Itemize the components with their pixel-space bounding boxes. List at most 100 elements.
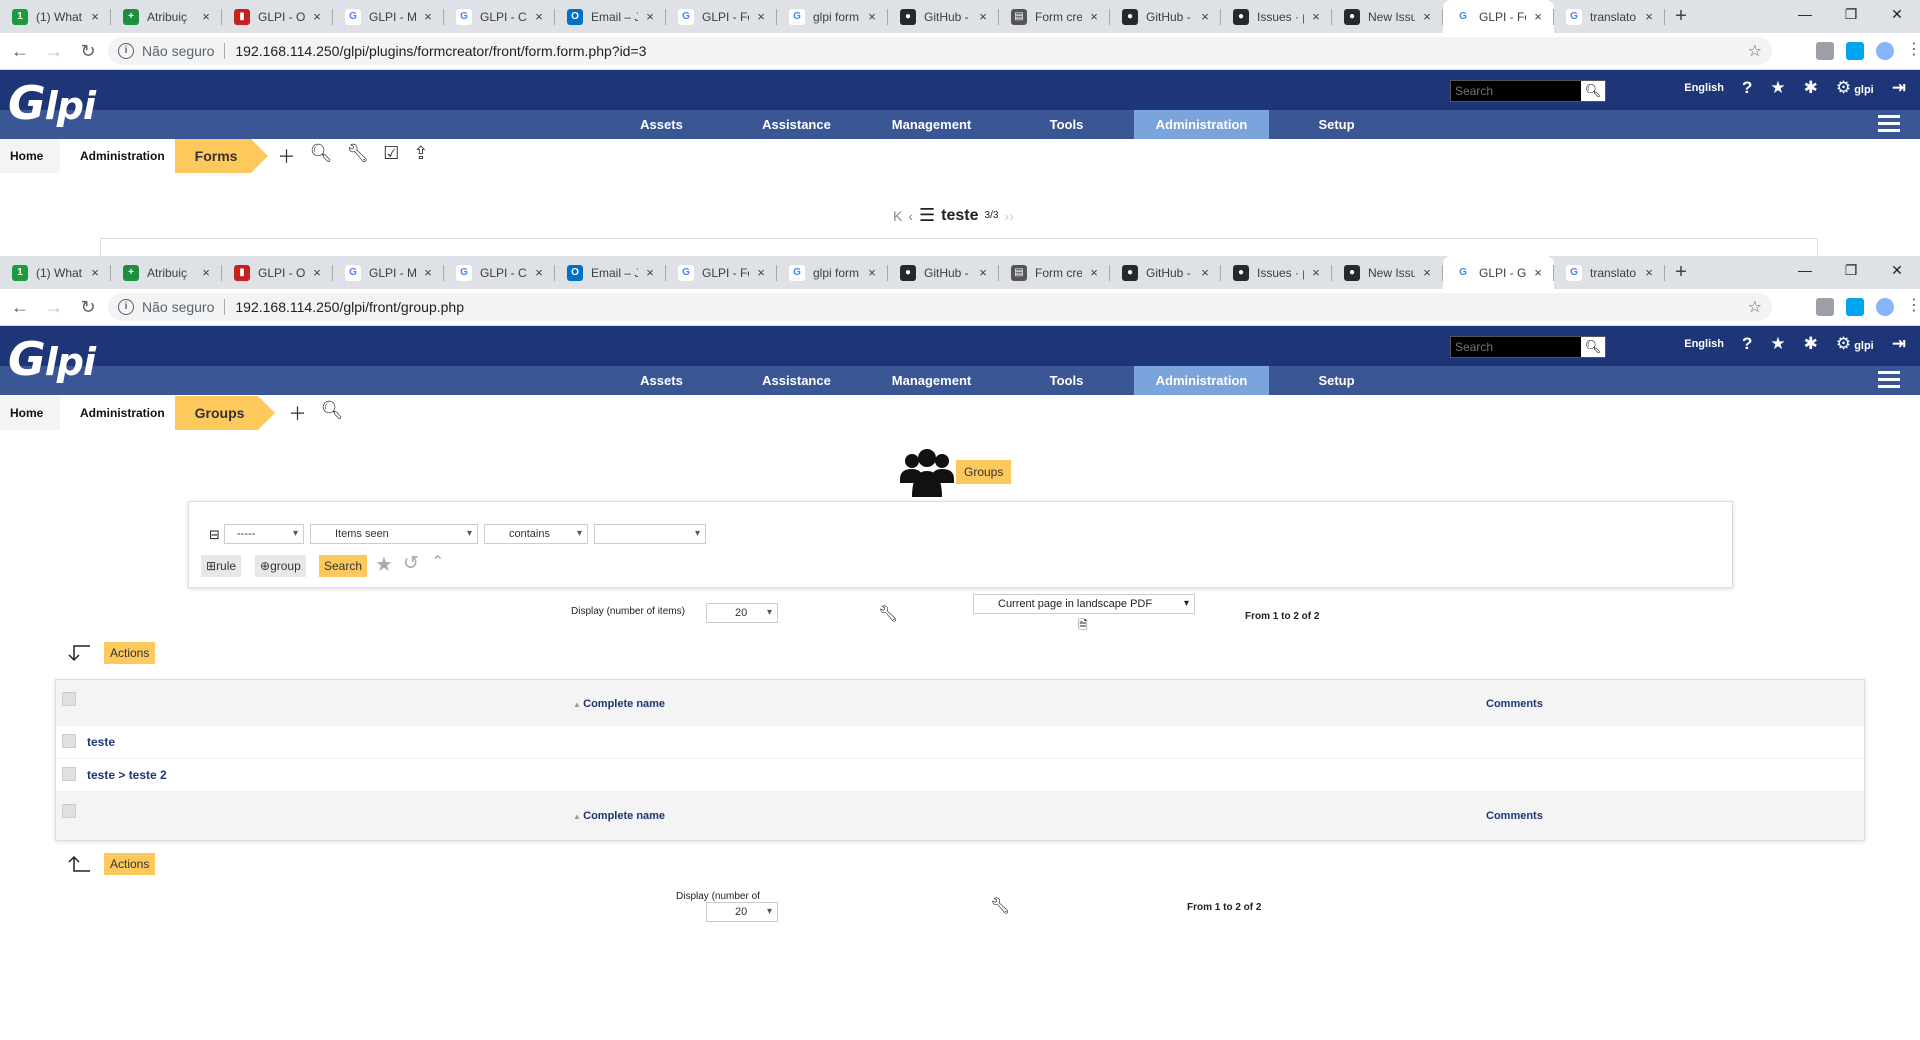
- user-menu[interactable]: ⚙ glpi: [1836, 334, 1874, 354]
- bookmark-star-icon[interactable]: ☆: [1748, 41, 1762, 61]
- menu-item-tools[interactable]: Tools: [999, 366, 1134, 395]
- new-tab-button[interactable]: +: [1665, 256, 1697, 289]
- add-rule-button[interactable]: ⊞rule: [201, 555, 242, 577]
- select-all-checkbox[interactable]: [62, 692, 76, 706]
- group-link[interactable]: teste: [87, 735, 115, 749]
- hamburger-menu-icon[interactable]: [1878, 115, 1900, 133]
- sort-comments[interactable]: Comments: [1486, 810, 1543, 822]
- browser-tab[interactable]: O Email – J ×: [555, 0, 666, 33]
- add-group-button[interactable]: ⊕group: [255, 555, 306, 577]
- url-input[interactable]: i Não seguro 192.168.114.250/glpi/plugin…: [108, 37, 1772, 65]
- breadcrumb-administration[interactable]: Administration: [60, 139, 175, 173]
- menu-item-administration[interactable]: Administration: [1134, 366, 1269, 395]
- tab-close-icon[interactable]: ×: [87, 265, 103, 280]
- favorites-star-icon[interactable]: ★: [1770, 78, 1785, 98]
- bookmark-star-icon[interactable]: ☆: [1748, 297, 1762, 317]
- tab-close-icon[interactable]: ×: [753, 9, 769, 24]
- wrench-icon[interactable]: 🔧︎: [990, 896, 1010, 916]
- tab-close-icon[interactable]: ×: [1197, 9, 1213, 24]
- menu-item-assistance[interactable]: Assistance: [729, 366, 864, 395]
- global-search-input[interactable]: [1451, 340, 1581, 354]
- add-icon[interactable]: ＋: [277, 143, 295, 169]
- reset-search-icon[interactable]: ↺: [403, 552, 419, 575]
- sort-complete-name[interactable]: ▲ Complete name: [573, 698, 665, 710]
- extension-icon[interactable]: [1846, 42, 1864, 60]
- tab-close-icon[interactable]: ×: [1641, 265, 1657, 280]
- browser-tab[interactable]: Gglpi form ×: [777, 256, 888, 289]
- tab-close-icon[interactable]: ×: [531, 265, 547, 280]
- close-window-icon[interactable]: ✕: [1874, 256, 1920, 286]
- menu-item-administration[interactable]: Administration: [1134, 110, 1269, 139]
- tab-close-icon[interactable]: ×: [1308, 265, 1324, 280]
- display-count-select[interactable]: 20: [706, 603, 778, 623]
- search-list-icon[interactable]: 🔍︎: [309, 143, 332, 169]
- extension-icon[interactable]: [1846, 298, 1864, 316]
- logout-icon[interactable]: ⇥: [1892, 334, 1906, 354]
- tab-close-icon[interactable]: ×: [1308, 9, 1324, 24]
- browser-tab[interactable]: ▮ GLPI - O ×: [222, 0, 333, 33]
- browser-tab[interactable]: ● GitHub - ×: [888, 0, 999, 33]
- list-icon[interactable]: ☰: [919, 205, 935, 226]
- tab-close-icon[interactable]: ×: [420, 265, 436, 280]
- breadcrumb-home[interactable]: Home: [0, 396, 60, 430]
- tab-close-icon[interactable]: ×: [1419, 265, 1435, 280]
- language-link[interactable]: English: [1684, 82, 1724, 94]
- menu-item-management[interactable]: Management: [864, 366, 999, 395]
- tab-close-icon[interactable]: ×: [642, 9, 658, 24]
- tab-close-icon[interactable]: ×: [753, 265, 769, 280]
- back-icon[interactable]: ←: [6, 297, 34, 318]
- breadcrumb-current[interactable]: Forms: [174, 139, 269, 173]
- first-page-icon[interactable]: K: [893, 208, 902, 224]
- breadcrumb-current[interactable]: Groups: [174, 396, 276, 430]
- tab-close-icon[interactable]: ×: [309, 9, 325, 24]
- hamburger-menu-icon[interactable]: [1878, 371, 1900, 389]
- menu-item-setup[interactable]: Setup: [1269, 366, 1404, 395]
- kebab-menu-icon[interactable]: ⋮: [1906, 298, 1920, 316]
- browser-tab[interactable]: 1 (1) What ×: [0, 256, 111, 289]
- help-icon[interactable]: ?: [1742, 78, 1752, 98]
- tab-close-icon[interactable]: ×: [864, 265, 880, 280]
- tab-close-icon[interactable]: ×: [309, 265, 325, 280]
- tab-close-icon[interactable]: ×: [1086, 9, 1102, 24]
- browser-tab[interactable]: ▤ Form cre ×: [999, 0, 1110, 33]
- browser-tab[interactable]: + Atribuiç ×: [111, 0, 222, 33]
- browser-tab[interactable]: ● Issues · p ×: [1221, 0, 1332, 33]
- browser-tab[interactable]: G GLPI - Fo ×: [666, 256, 777, 289]
- glpi-logo[interactable]: Glpi: [8, 76, 98, 136]
- menu-item-management[interactable]: Management: [864, 110, 999, 139]
- actions-button[interactable]: Actions: [104, 642, 156, 664]
- tab-close-icon[interactable]: ×: [1530, 9, 1546, 24]
- info-icon[interactable]: i: [118, 299, 134, 315]
- glpi-logo[interactable]: Glpi: [8, 332, 98, 392]
- browser-tab[interactable]: G GLPI - M ×: [333, 0, 444, 33]
- browser-tab[interactable]: Gtranslato ×: [1554, 0, 1665, 33]
- browser-tab[interactable]: ▤ Form cre ×: [999, 256, 1110, 289]
- profile-avatar-icon[interactable]: [1876, 42, 1894, 60]
- select-all-checkbox[interactable]: [62, 804, 76, 818]
- minimize-icon[interactable]: —: [1782, 256, 1828, 286]
- tab-close-icon[interactable]: ×: [642, 265, 658, 280]
- collapse-up-icon[interactable]: ⌃: [431, 552, 444, 572]
- reload-icon[interactable]: ↻: [74, 41, 102, 62]
- browser-tab[interactable]: G GLPI - Cl ×: [444, 256, 555, 289]
- browser-tab[interactable]: + Atribuiç ×: [111, 256, 222, 289]
- browser-tab[interactable]: G GLPI - Cl ×: [444, 0, 555, 33]
- browser-tab[interactable]: ● GitHub - ×: [888, 256, 999, 289]
- browser-tab[interactable]: ● New Issu ×: [1332, 0, 1443, 33]
- tab-close-icon[interactable]: ×: [864, 9, 880, 24]
- display-count-select[interactable]: 20: [706, 902, 778, 922]
- forward-icon[interactable]: →: [40, 41, 68, 62]
- upload-icon[interactable]: ⇪: [413, 143, 428, 169]
- cast-icon[interactable]: [1816, 298, 1834, 316]
- global-search[interactable]: 🔍︎: [1450, 336, 1606, 358]
- wrench-icon[interactable]: 🔧︎: [878, 604, 898, 624]
- tab-close-icon[interactable]: ×: [1419, 9, 1435, 24]
- forward-icon[interactable]: →: [40, 297, 68, 318]
- url-input[interactable]: i Não seguro 192.168.114.250/glpi/front/…: [108, 293, 1772, 321]
- language-link[interactable]: English: [1684, 338, 1724, 350]
- menu-item-assets[interactable]: Assets: [594, 110, 729, 139]
- browser-tab[interactable]: ● Issues · p ×: [1221, 256, 1332, 289]
- browser-tab[interactable]: Gglpi form ×: [777, 0, 888, 33]
- criteria-field-select[interactable]: Items seen: [310, 524, 478, 544]
- tab-close-icon[interactable]: ×: [531, 9, 547, 24]
